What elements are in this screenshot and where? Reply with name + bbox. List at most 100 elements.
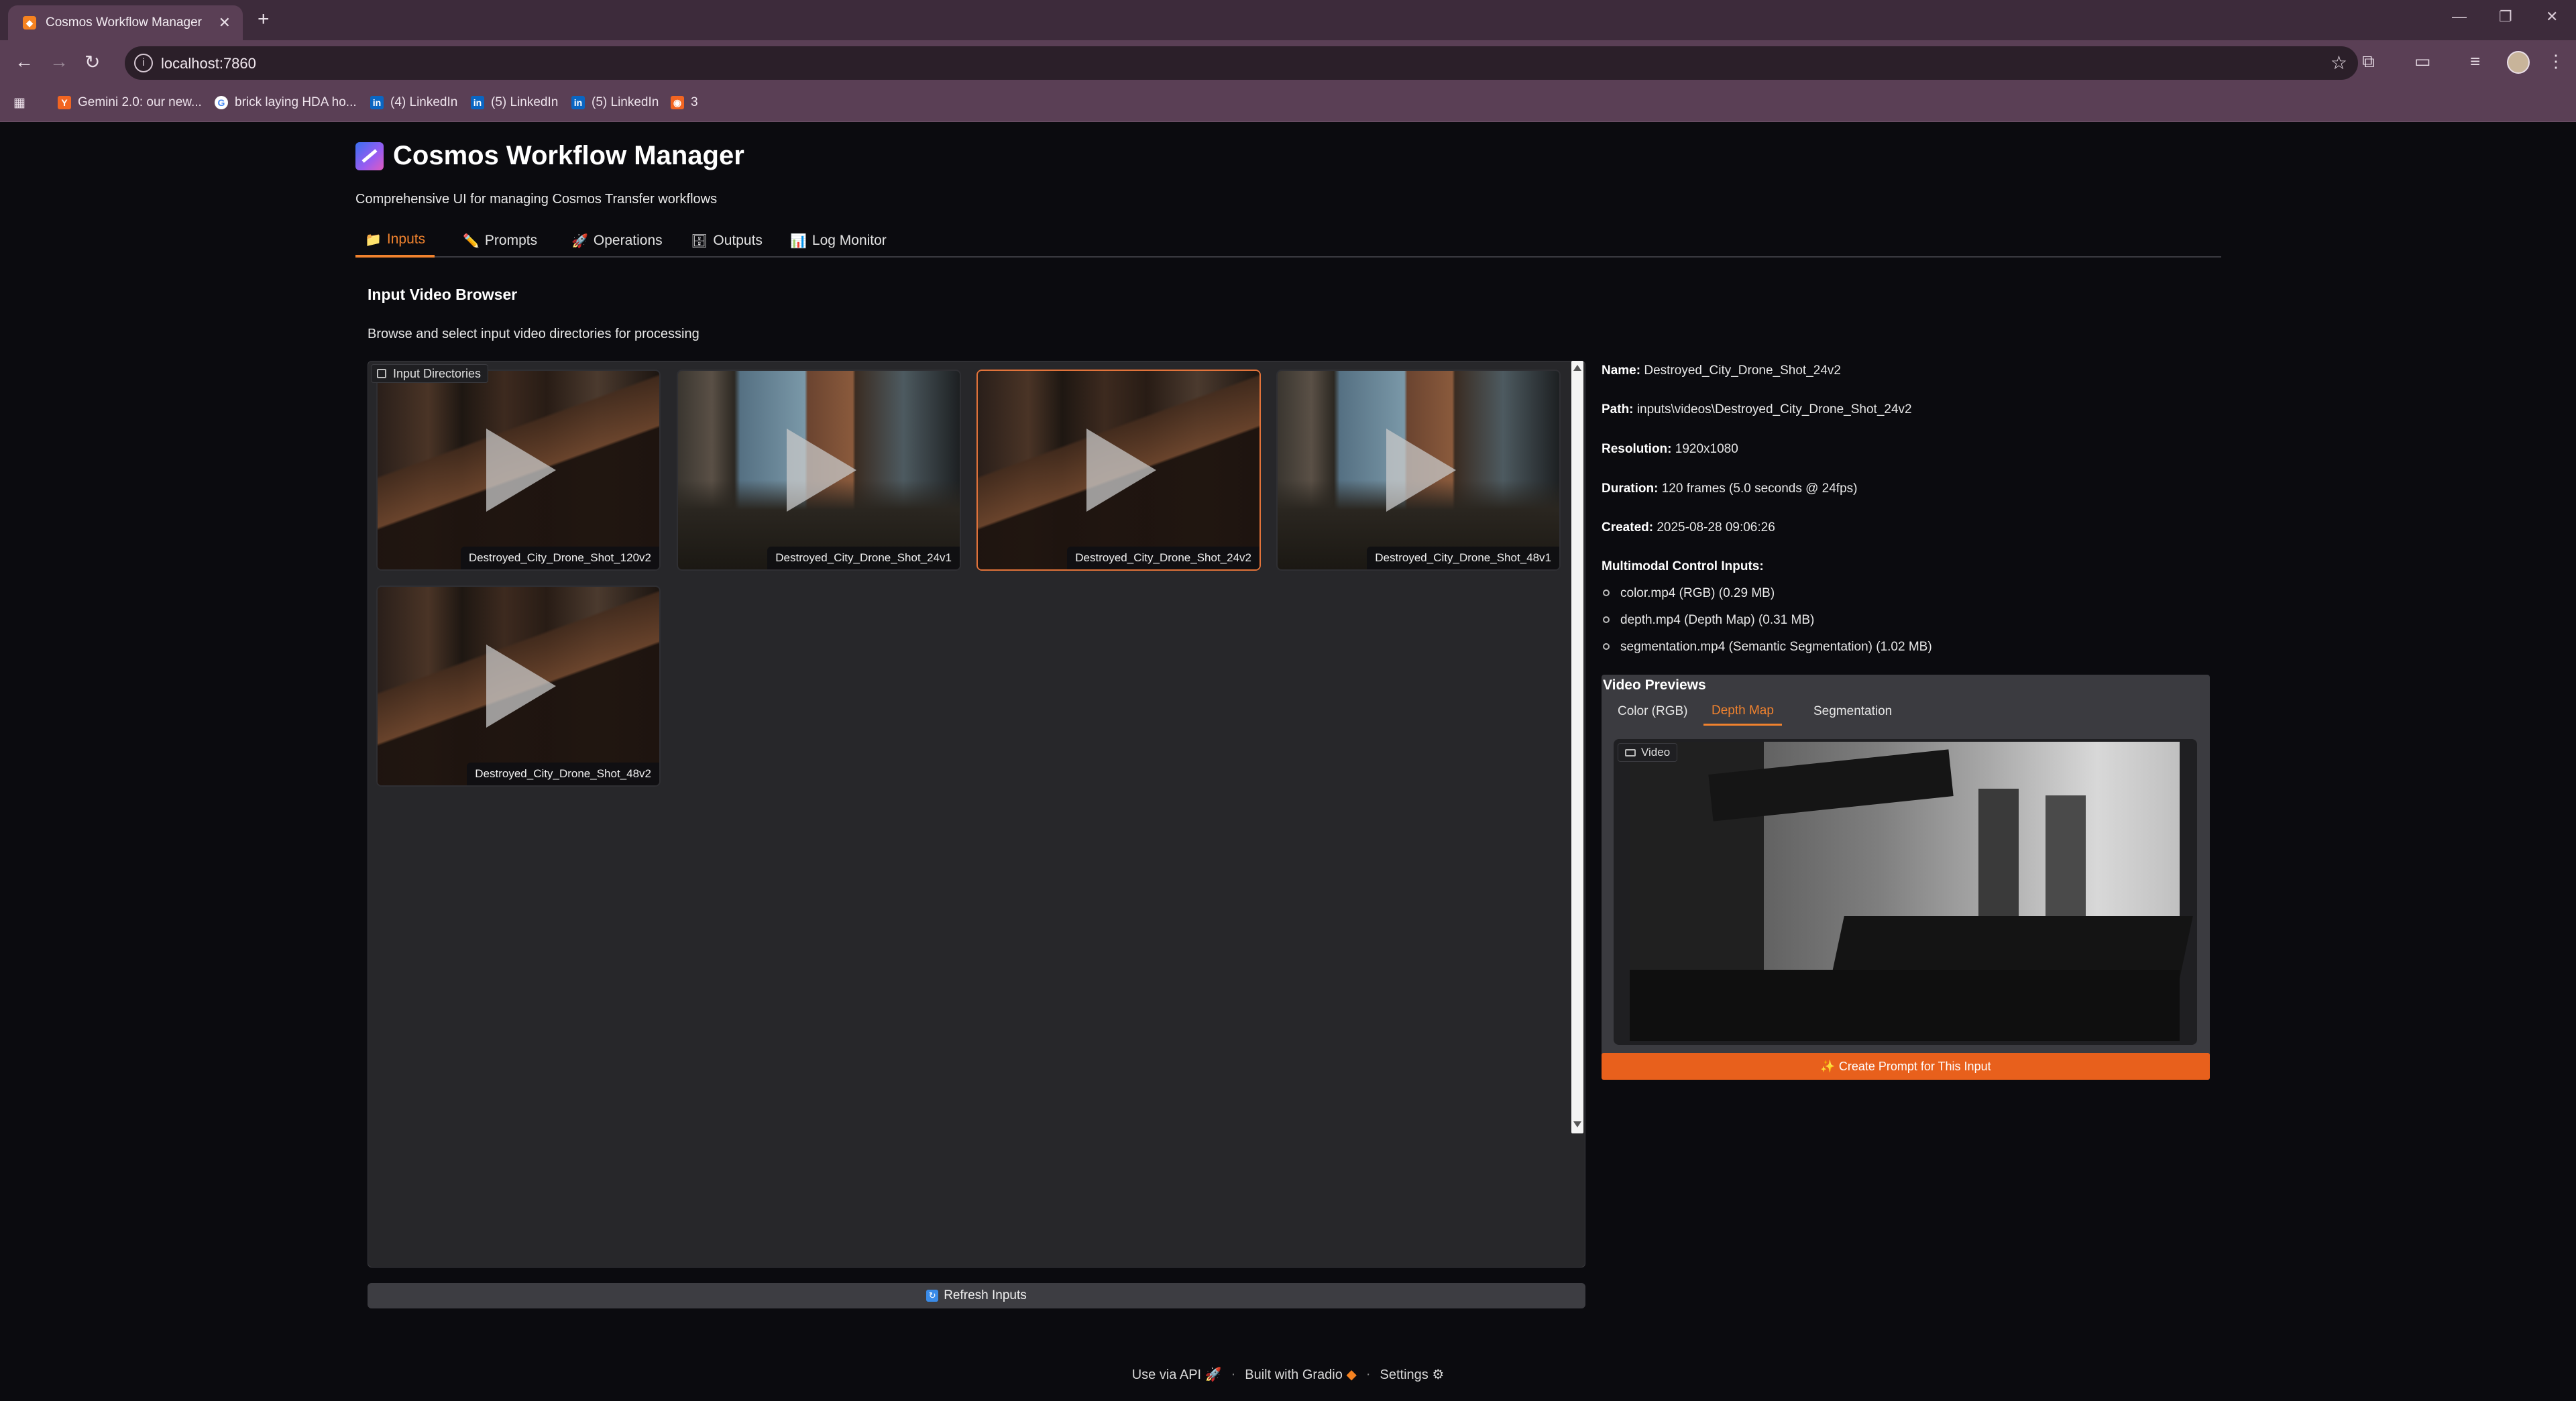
detail-created: Created: 2025-08-28 09:06:26 — [1602, 520, 1775, 535]
pencil-icon: ✏️ — [463, 233, 480, 249]
cast-icon[interactable]: ▭ — [2414, 51, 2431, 72]
linkedin-icon: in — [471, 96, 484, 109]
detail-path: Path: inputs\videos\Destroyed_City_Drone… — [1602, 402, 1912, 416]
bullet-icon — [1603, 643, 1610, 650]
google-icon: G — [215, 96, 228, 109]
settings-link[interactable]: Settings ⚙ — [1380, 1366, 1445, 1383]
folder-icon: 📁 — [365, 232, 382, 247]
main-tabs: 📁 Inputs ✏️ Prompts 🚀 Operations 🗄 Outpu… — [355, 224, 2221, 258]
bookmark-brick[interactable]: G brick laying HDA ho... — [215, 95, 357, 110]
play-icon — [1086, 429, 1156, 512]
video-previews: Video Previews Color (RGB) Depth Map Seg… — [1602, 675, 2210, 1074]
app-title: Cosmos Workflow Manager — [355, 141, 744, 171]
bookmark-linkedin-3[interactable]: in (5) LinkedIn — [571, 95, 659, 110]
tab-depth-map[interactable]: Depth Map — [1703, 697, 1782, 726]
bookmark-linkedin-1[interactable]: in (4) LinkedIn — [370, 95, 457, 110]
gear-icon: ⚙ — [1432, 1367, 1445, 1382]
scroll-down-icon[interactable] — [1573, 1121, 1581, 1127]
detail-duration: Duration: 120 frames (5.0 seconds @ 24fp… — [1602, 482, 1858, 496]
profile-avatar[interactable] — [2507, 51, 2530, 74]
depth-map-frame — [1630, 742, 2193, 1041]
app-page: Cosmos Workflow Manager Comprehensive UI… — [0, 122, 2576, 1401]
multimodal-item: color.mp4 (RGB) (0.29 MB) — [1603, 586, 1775, 601]
gradio-favicon-icon: ◆ — [23, 16, 36, 30]
tab-segmentation[interactable]: Segmentation — [1805, 697, 1900, 726]
linkedin-icon: in — [370, 96, 384, 109]
gallery-label: Input Directories — [371, 364, 489, 383]
video-player[interactable]: Video — [1614, 739, 2197, 1045]
rocket-icon: 🚀 — [571, 233, 588, 249]
bookmarks-bar: ▦ Y Gemini 2.0: our new... G brick layin… — [0, 86, 2576, 122]
previews-title: Video Previews — [1603, 677, 1706, 693]
tab-log-monitor[interactable]: 📊 Log Monitor — [781, 224, 896, 258]
section-description: Browse and select input video directorie… — [368, 327, 699, 341]
address-bar[interactable]: i localhost:7860 ☆ — [125, 46, 2358, 80]
refresh-inputs-button[interactable]: ↻ Refresh Inputs — [368, 1283, 1585, 1308]
y-combinator-icon: Y — [58, 96, 71, 109]
bookmark-star-icon[interactable]: ☆ — [2331, 52, 2347, 74]
chart-icon: 📊 — [790, 233, 807, 249]
app-subtitle: Comprehensive UI for managing Cosmos Tra… — [355, 192, 718, 207]
reload-icon[interactable]: ↻ — [85, 51, 100, 73]
tab-outputs[interactable]: 🗄 Outputs — [681, 224, 772, 258]
cosmos-logo-icon — [355, 142, 384, 170]
use-api-link[interactable]: Use via API 🚀 — [1132, 1366, 1222, 1383]
close-window-icon[interactable]: ✕ — [2546, 8, 2558, 25]
tab-inputs[interactable]: 📁 Inputs — [355, 224, 435, 258]
scroll-up-icon[interactable] — [1573, 365, 1581, 371]
address-url[interactable]: localhost:7860 — [161, 55, 256, 72]
detail-multimodal-heading: Multimodal Control Inputs: — [1602, 559, 1764, 573]
detail-resolution: Resolution: 1920x1080 — [1602, 442, 1738, 456]
tab-operations[interactable]: 🚀 Operations — [562, 224, 672, 258]
menu-dots-icon[interactable]: ⋮ — [2547, 51, 2565, 72]
linkedin-icon: in — [571, 96, 585, 109]
tab-color-rgb[interactable]: Color (RGB) — [1610, 697, 1696, 726]
multimodal-item: segmentation.mp4 (Semantic Segmentation)… — [1603, 640, 1932, 655]
media-control-icon[interactable]: ≡ — [2470, 51, 2480, 72]
bullet-icon — [1603, 616, 1610, 623]
bullet-icon — [1603, 590, 1610, 596]
bookmark-rss[interactable]: ◉ 3 — [671, 95, 698, 110]
browser-toolbar: ← → ↻ i localhost:7860 ☆ ⧉ ▭ ≡ ⋮ — [0, 40, 2576, 86]
tab-prompts[interactable]: ✏️ Prompts — [453, 224, 547, 258]
forward-icon[interactable]: → — [50, 51, 68, 72]
site-info-icon[interactable]: i — [134, 54, 153, 72]
cabinet-icon: 🗄 — [691, 233, 708, 249]
gallery-scrollbar[interactable] — [1571, 361, 1583, 1133]
new-tab-icon[interactable]: + — [258, 8, 270, 31]
browser-tab-title: Cosmos Workflow Manager — [46, 15, 203, 30]
footer: Use via API 🚀 · Built with Gradio ◆ · Se… — [1131, 1366, 1445, 1383]
gallery-item-caption: Destroyed_City_Drone_Shot_48v1 — [1367, 547, 1559, 569]
gallery-item-selected[interactable]: Destroyed_City_Drone_Shot_24v2 — [976, 370, 1261, 571]
gallery-item[interactable]: Destroyed_City_Drone_Shot_24v1 — [677, 370, 961, 571]
multimodal-item: depth.mp4 (Depth Map) (0.31 MB) — [1603, 613, 1814, 628]
built-with-gradio-link[interactable]: Built with Gradio ◆ — [1245, 1366, 1357, 1383]
gradio-logo-icon: ◆ — [1346, 1367, 1357, 1382]
gallery-item-caption: Destroyed_City_Drone_Shot_24v2 — [1067, 547, 1259, 569]
browser-titlebar: ◆ Cosmos Workflow Manager ✕ + — ❐ ✕ — [0, 0, 2576, 40]
play-icon — [1386, 429, 1456, 512]
gallery-item-caption: Destroyed_City_Drone_Shot_120v2 — [460, 547, 659, 569]
bookmark-gemini[interactable]: Y Gemini 2.0: our new... — [58, 95, 202, 110]
play-icon — [486, 645, 556, 728]
gallery-item[interactable]: Destroyed_City_Drone_Shot_48v1 — [1276, 370, 1561, 571]
input-gallery: Input Directories Destroyed_City_Drone_S… — [368, 361, 1585, 1268]
browser-tab[interactable]: ◆ Cosmos Workflow Manager ✕ — [8, 5, 243, 40]
video-camera-icon — [1625, 748, 1636, 756]
close-tab-icon[interactable]: ✕ — [219, 14, 231, 32]
rocket-icon: 🚀 — [1205, 1367, 1222, 1382]
gallery-item-caption: Destroyed_City_Drone_Shot_48v2 — [467, 763, 659, 785]
apps-grid-icon[interactable]: ▦ — [13, 95, 25, 111]
minimize-icon[interactable]: — — [2452, 8, 2467, 25]
section-title: Input Video Browser — [368, 286, 518, 303]
gallery-item[interactable]: Destroyed_City_Drone_Shot_48v2 — [376, 585, 661, 787]
create-prompt-button[interactable]: ✨ Create Prompt for This Input — [1602, 1053, 2210, 1080]
play-icon — [486, 429, 556, 512]
play-icon — [787, 429, 856, 512]
bookmark-linkedin-2[interactable]: in (5) LinkedIn — [471, 95, 558, 110]
restore-icon[interactable]: ❐ — [2499, 8, 2512, 25]
back-icon[interactable]: ← — [15, 51, 34, 72]
extensions-icon[interactable]: ⧉ — [2362, 51, 2375, 72]
rss-icon: ◉ — [671, 96, 684, 109]
gallery-item[interactable]: Destroyed_City_Drone_Shot_120v2 — [376, 370, 661, 571]
